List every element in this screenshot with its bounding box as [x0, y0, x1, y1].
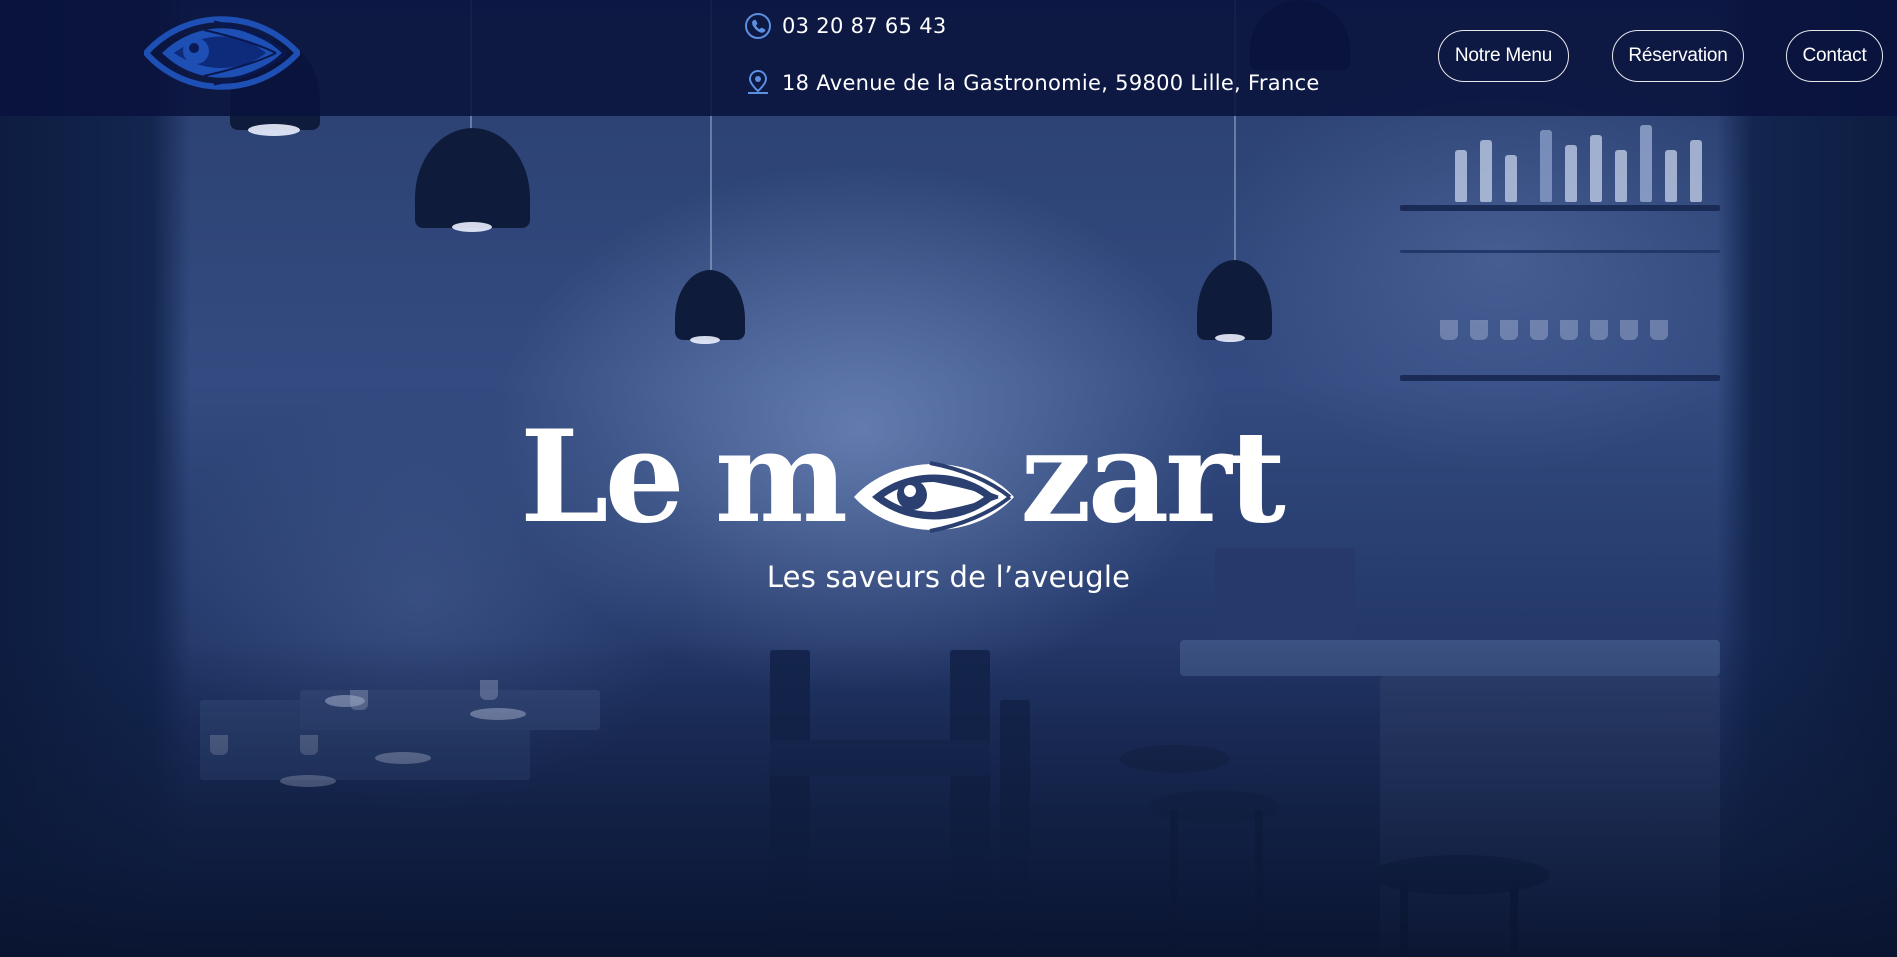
nav-menu-button[interactable]: Notre Menu: [1438, 30, 1569, 82]
hero-title-logo: Le m zart: [520, 414, 1380, 540]
hero-title-part2: m: [714, 403, 848, 551]
logo-eye-icon[interactable]: [141, 10, 303, 96]
address-contact[interactable]: 18 Avenue de la Gastronomie, 59800 Lille…: [744, 69, 1320, 97]
hero-tagline: Les saveurs de l’aveugle: [766, 560, 1131, 594]
site-header: 03 20 87 65 43 18 Avenue de la Gastronom…: [0, 0, 1897, 116]
address-text: 18 Avenue de la Gastronomie, 59800 Lille…: [782, 71, 1320, 95]
phone-number: 03 20 87 65 43: [782, 14, 947, 38]
phone-icon: [744, 12, 772, 40]
hero-title-part3: zart: [1020, 403, 1286, 551]
location-pin-icon: [744, 69, 772, 97]
phone-contact[interactable]: 03 20 87 65 43: [744, 12, 947, 40]
hero-title-part1: Le: [520, 403, 685, 551]
title-eye-icon: [850, 438, 1018, 534]
nav-reservation-button[interactable]: Réservation: [1612, 30, 1744, 82]
nav-contact-button[interactable]: Contact: [1786, 30, 1883, 82]
